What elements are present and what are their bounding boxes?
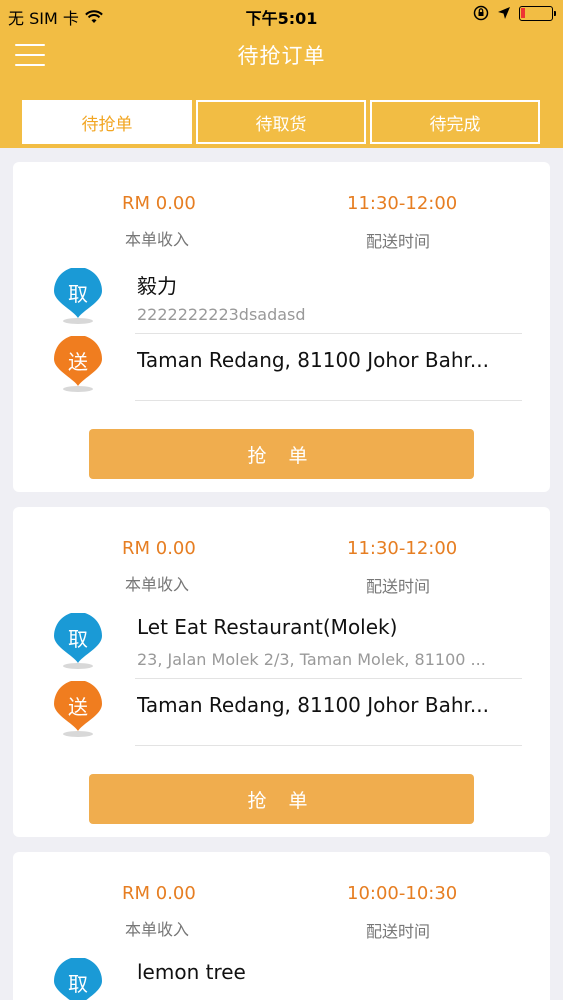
order-tabs: 待抢单 待取货 待完成	[22, 100, 540, 144]
pickup-name: 毅力	[137, 274, 177, 298]
pickup-address: 2222222223dsadasd	[137, 305, 306, 324]
delivery-time: 10:00-10:30	[347, 883, 458, 904]
income-label: 本单收入	[125, 575, 190, 594]
pickup-badge-label: 取	[68, 282, 88, 306]
divider	[135, 678, 522, 679]
delivery-badge-label: 送	[68, 350, 88, 374]
status-right	[473, 5, 556, 21]
grab-order-button[interactable]: 抢 单	[89, 429, 474, 479]
header: 无 SIM 卡 下午5:01 待抢订单 待抢单 待取货 待完成	[0, 0, 563, 148]
delivery-time-label: 配送时间	[366, 922, 431, 941]
delivery-time: 11:30-12:00	[347, 538, 458, 559]
delivery-time-label: 配送时间	[366, 577, 431, 596]
income-label: 本单收入	[125, 230, 190, 249]
delivery-pin-icon: 送	[53, 680, 103, 737]
order-card: RM 0.00 本单收入 10:00-10:30 配送时间 取 lemon tr…	[13, 852, 550, 1000]
tab-pending-pickup[interactable]: 待取货	[196, 100, 366, 144]
orientation-lock-icon	[473, 5, 489, 21]
pickup-address: 23, Jalan Molek 2/3, Taman Molek, 81100 …	[137, 650, 486, 669]
location-arrow-icon	[498, 7, 510, 19]
tab-pending-grab[interactable]: 待抢单	[22, 100, 192, 144]
delivery-time: 11:30-12:00	[347, 193, 458, 214]
grab-order-button[interactable]: 抢 单	[89, 774, 474, 824]
order-amount: RM 0.00	[122, 538, 196, 559]
tab-pending-complete[interactable]: 待完成	[370, 100, 540, 144]
battery-icon	[519, 5, 556, 21]
pickup-name: Let Eat Restaurant(Molek)	[137, 615, 398, 639]
pickup-pin-icon: 取	[53, 957, 103, 1000]
page-title: 待抢订单	[237, 44, 326, 68]
delivery-address: Taman Redang, 81100 Johor Bahr...	[137, 348, 489, 372]
status-bar: 无 SIM 卡 下午5:01	[0, 0, 563, 30]
order-amount: RM 0.00	[122, 883, 196, 904]
pickup-badge-label: 取	[68, 972, 88, 996]
divider	[135, 745, 522, 746]
delivery-badge-label: 送	[68, 695, 88, 719]
pickup-pin-icon: 取	[53, 267, 103, 324]
income-label: 本单收入	[125, 920, 190, 939]
order-card: RM 0.00 本单收入 11:30-12:00 配送时间 取 毅力 22222…	[13, 162, 550, 492]
divider	[135, 400, 522, 401]
divider	[135, 333, 522, 334]
pickup-name: lemon tree	[137, 960, 246, 984]
order-card: RM 0.00 本单收入 11:30-12:00 配送时间 取 Let Eat …	[13, 507, 550, 837]
delivery-time-label: 配送时间	[366, 232, 431, 251]
delivery-address: Taman Redang, 81100 Johor Bahr...	[137, 693, 489, 717]
order-amount: RM 0.00	[122, 193, 196, 214]
pickup-badge-label: 取	[68, 627, 88, 651]
delivery-pin-icon: 送	[53, 335, 103, 392]
pickup-pin-icon: 取	[53, 612, 103, 669]
